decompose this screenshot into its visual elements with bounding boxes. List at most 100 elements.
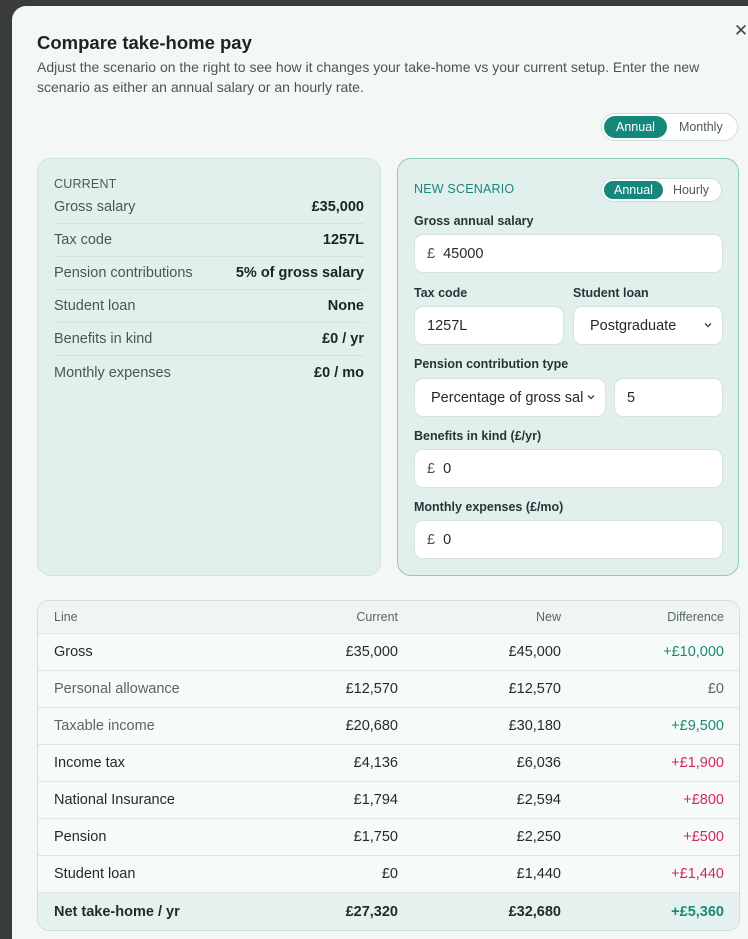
tax-code-input[interactable]: 1257L (414, 306, 564, 345)
row-line: Gross (54, 644, 93, 660)
modal-title: Compare take-home pay (37, 32, 252, 53)
row-current: £20,680 (345, 718, 398, 734)
row-difference: +£500 (683, 829, 724, 845)
table-row: Personal allowance £12,570 £12,570 £0 (38, 671, 739, 708)
pension-type-selected: Percentage of gross salary (431, 389, 583, 406)
row-current: £35,000 (345, 644, 398, 660)
currency-prefix: £ (427, 245, 436, 262)
row-line: Student loan (54, 866, 136, 882)
current-row-student-loan: Student loan None (54, 290, 364, 323)
current-row-label: Pension contributions (54, 265, 193, 281)
rate-mode-toggle: Annual Hourly (601, 178, 723, 202)
new-scenario-card: NEW SCENARIO Annual Hourly Gross annual … (397, 158, 739, 576)
table-row: Net take-home / yr £27,320 £32,680 +£5,360 (38, 893, 739, 930)
chevron-down-icon (704, 323, 712, 328)
current-row-tax-code: Tax code 1257L (54, 224, 364, 257)
table-header-row: Line Current New Difference (38, 601, 739, 634)
pension-amount-input[interactable]: 5 (614, 378, 723, 417)
benefits-label: Benefits in kind (£/yr) (414, 429, 542, 443)
row-difference: +£1,440 (671, 866, 724, 882)
row-current: £0 (381, 866, 398, 882)
row-new: £2,594 (516, 792, 561, 808)
current-row-label: Monthly expenses (54, 364, 171, 381)
row-difference: +£5,360 (671, 903, 724, 920)
current-row-label: Tax code (54, 232, 113, 248)
new-scenario-heading: NEW SCENARIO (414, 182, 515, 196)
header-line: Line (54, 610, 78, 624)
header-new: New (535, 610, 561, 624)
row-current: £4,136 (353, 755, 398, 771)
table-row: Student loan £0 £1,440 +£1,440 (38, 856, 739, 893)
chevron-down-icon (587, 395, 595, 400)
table-row: Gross £35,000 £45,000 +£10,000 (38, 634, 739, 671)
current-row-gross: Gross salary £35,000 (54, 191, 364, 224)
table-body: Gross £35,000 £45,000 +£10,000 Personal allo… (38, 634, 739, 930)
pension-type-label: Pension contribution type (414, 357, 569, 371)
row-current: £1,750 (353, 829, 398, 845)
expenses-value: 0 (443, 531, 452, 548)
row-difference: +£1,900 (671, 755, 724, 771)
compare-modal: ✕ Compare take-home pay Adjust the scena… (12, 6, 748, 939)
pension-amount-value: 5 (627, 389, 636, 406)
current-row-value: £0 / yr (322, 331, 364, 347)
row-line: Personal allowance (54, 681, 180, 697)
row-line: National Insurance (54, 792, 175, 808)
student-loan-label: Student loan (573, 286, 649, 300)
row-difference: £0 (707, 681, 724, 697)
current-heading: CURRENT (54, 177, 117, 191)
row-difference: +£800 (683, 792, 724, 808)
row-new: £32,680 (508, 903, 561, 920)
row-line: Net take-home / yr (54, 903, 180, 920)
current-row-value: £0 / mo (314, 364, 364, 381)
benefits-value: 0 (443, 460, 452, 477)
table-row: Taxable income £20,680 £30,180 +£9,500 (38, 708, 739, 745)
table-row: Income tax £4,136 £6,036 +£1,900 (38, 745, 739, 782)
period-toggle: Annual Monthly (601, 113, 738, 141)
row-new: £6,036 (516, 755, 561, 771)
currency-prefix: £ (427, 531, 436, 548)
current-row-expenses: Monthly expenses £0 / mo (54, 356, 364, 389)
current-row-label: Student loan (54, 298, 136, 314)
current-row-value: £35,000 (311, 199, 364, 215)
benefits-input[interactable]: £ 0 (414, 449, 723, 488)
currency-prefix: £ (427, 460, 436, 477)
row-difference: +£9,500 (671, 718, 724, 734)
row-line: Income tax (54, 755, 125, 771)
tax-code-value: 1257L (427, 317, 468, 334)
gross-salary-input[interactable]: £ 45000 (414, 234, 723, 273)
row-current: £1,794 (353, 792, 398, 808)
current-card: CURRENT Gross salary £35,000 Tax code 12… (37, 158, 381, 576)
table-row: National Insurance £1,794 £2,594 +£800 (38, 782, 739, 819)
expenses-input[interactable]: £ 0 (414, 520, 723, 559)
current-row-pension: Pension contributions 5% of gross salary (54, 257, 364, 290)
row-current: £12,570 (345, 681, 398, 697)
close-icon[interactable]: ✕ (733, 22, 748, 39)
row-current: £27,320 (345, 903, 398, 920)
current-row-value: 5% of gross salary (235, 265, 364, 281)
period-annual-option[interactable]: Annual (604, 116, 667, 138)
gross-salary-value: 45000 (443, 245, 484, 262)
row-new: £1,440 (516, 866, 561, 882)
header-current: Current (356, 610, 398, 624)
table-row: Pension £1,750 £2,250 +£500 (38, 819, 739, 856)
current-row-value: 1257L (322, 232, 364, 248)
expenses-label: Monthly expenses (£/mo) (414, 500, 564, 514)
tax-code-label: Tax code (414, 286, 468, 300)
modal-subtitle: Adjust the scenario on the right to see … (37, 59, 700, 95)
comparison-table: Line Current New Difference Gross £35,000… (37, 600, 740, 931)
row-difference: +£10,000 (663, 644, 724, 660)
row-new: £12,570 (508, 681, 561, 697)
pension-type-select[interactable]: Percentage of gross salary (414, 378, 606, 417)
row-new: £30,180 (508, 718, 561, 734)
row-line: Taxable income (54, 718, 155, 734)
student-loan-select[interactable]: Postgraduate (573, 306, 723, 345)
current-row-label: Gross salary (54, 199, 136, 215)
mode-annual-option[interactable]: Annual (604, 181, 663, 199)
row-line: Pension (54, 829, 107, 845)
mode-hourly-option[interactable]: Hourly (663, 181, 719, 199)
header-difference: Difference (667, 610, 724, 624)
current-row-benefits: Benefits in kind £0 / yr (54, 323, 364, 356)
row-new: £45,000 (508, 644, 561, 660)
current-row-label: Benefits in kind (54, 331, 153, 347)
period-monthly-option[interactable]: Monthly (667, 116, 735, 138)
